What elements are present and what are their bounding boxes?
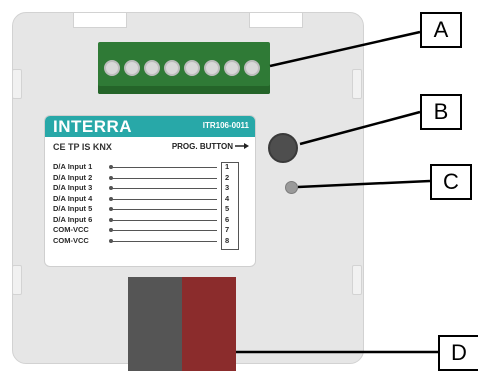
callout-leader-lines (236, 30, 438, 354)
callout-d: D (438, 335, 478, 371)
callout-b: B (420, 94, 462, 130)
callout-a: A (420, 12, 462, 48)
diagram: INTERRA ITR106-0011 CE TP IS KNX PROG. B… (0, 0, 478, 371)
callout-c: C (430, 164, 472, 200)
